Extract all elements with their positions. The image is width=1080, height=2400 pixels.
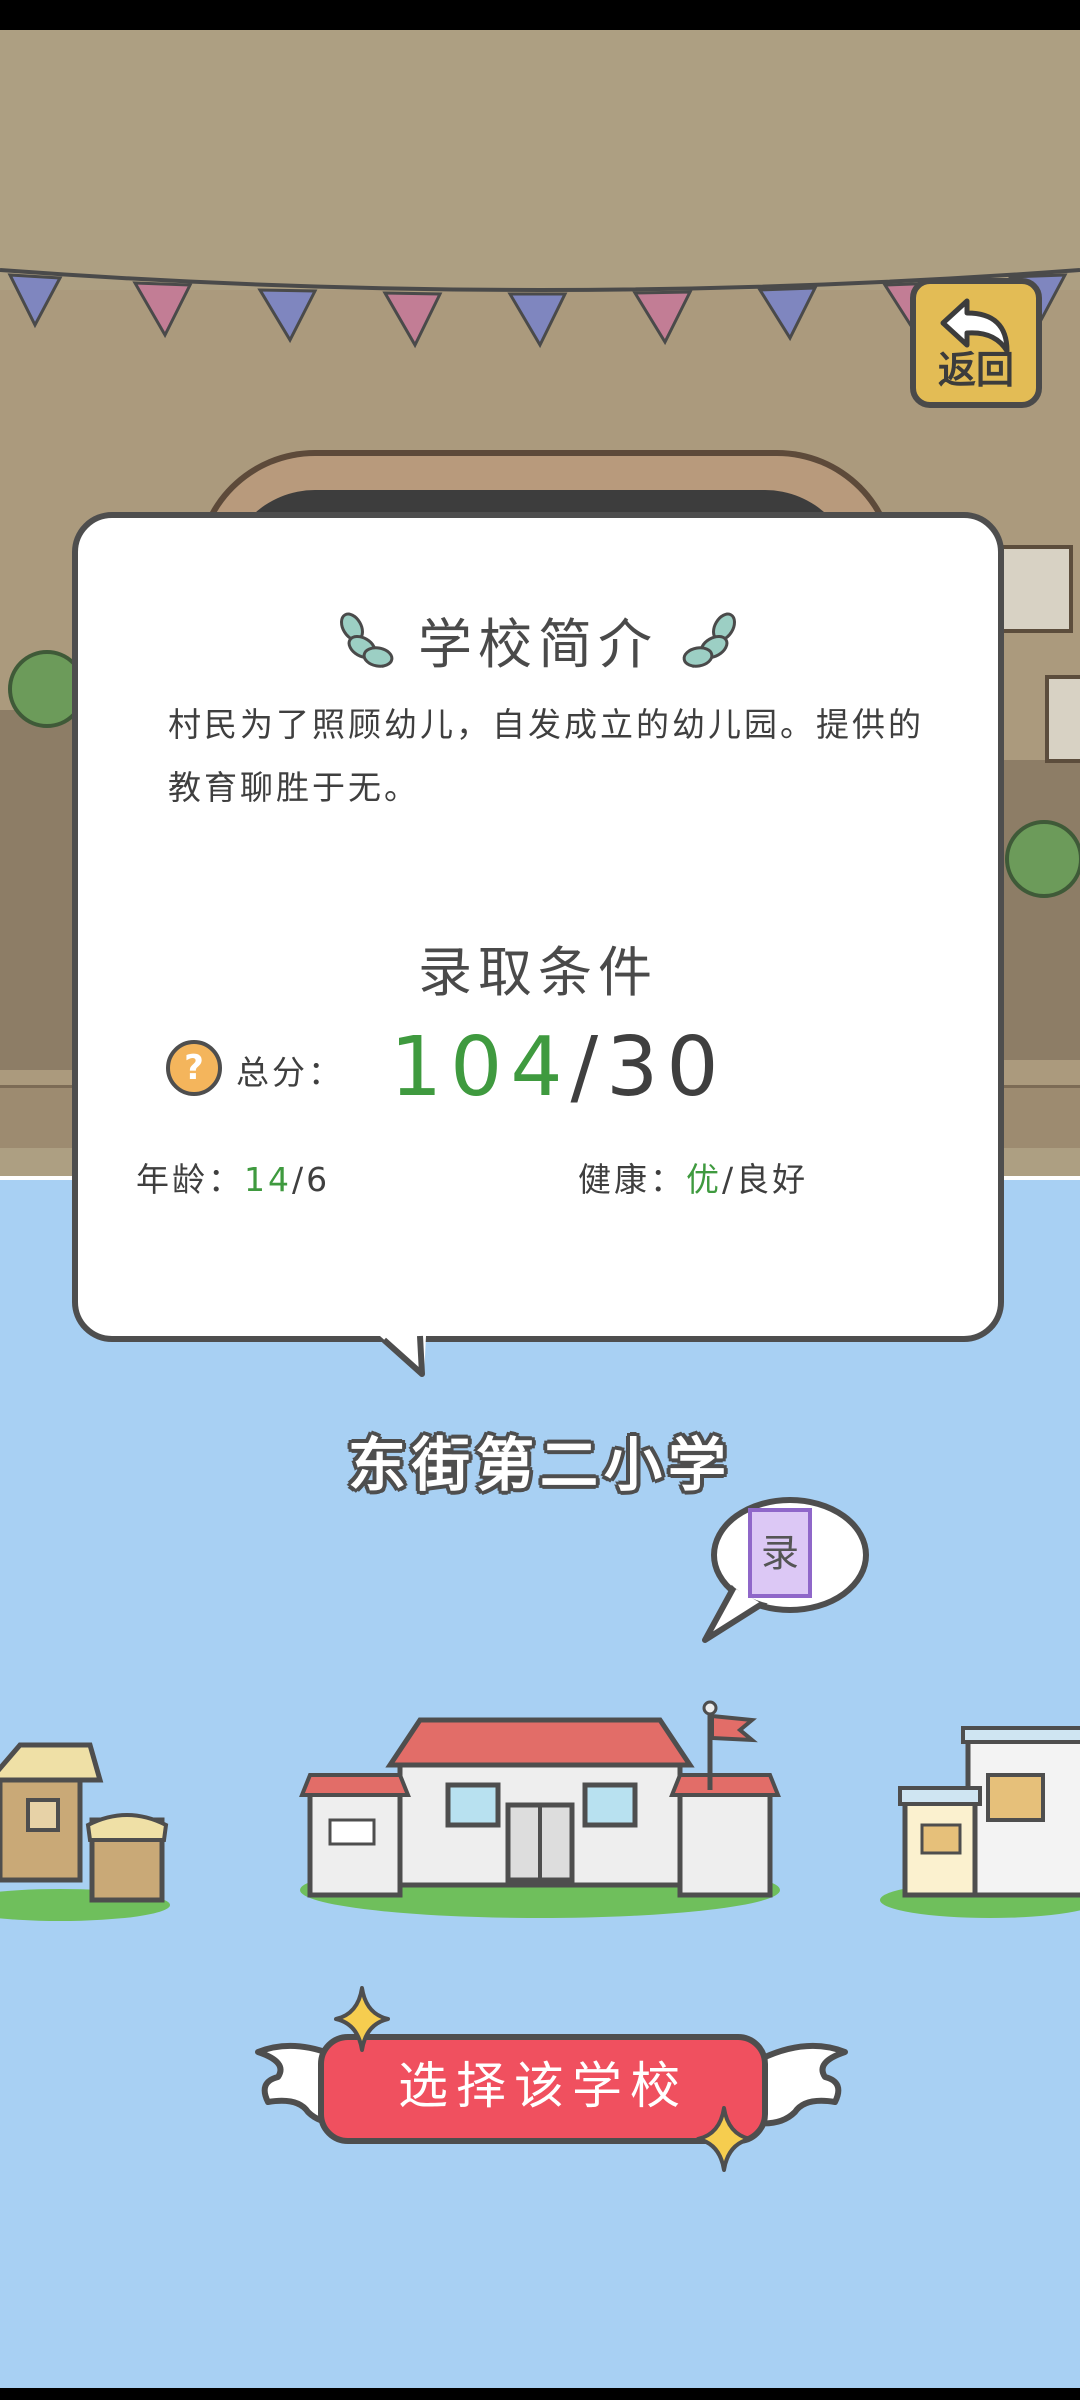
card-pointer <box>380 1335 426 1377</box>
school-buildings[interactable] <box>0 1690 1080 1930</box>
age-requirement: 年龄：14/6 <box>136 1153 330 1201</box>
wall-picture-frame <box>1000 545 1073 633</box>
potted-plant-right <box>1005 820 1080 898</box>
age-required: /6 <box>292 1160 331 1199</box>
total-score-separator: / <box>570 1020 607 1115</box>
school-name: 东街第二小学 <box>347 1431 732 1499</box>
back-arrow-icon <box>940 298 1010 354</box>
right-shelf <box>1000 760 1080 1060</box>
modern-building <box>880 1726 1080 1918</box>
age-label: 年龄： <box>136 1160 244 1199</box>
health-requirement: 健康：优/良好 <box>578 1153 808 1201</box>
card-title-row: 学校简介 <box>78 600 998 679</box>
conditions-title: 录取条件 <box>418 941 658 1004</box>
total-score-current: 104 <box>390 1020 571 1115</box>
intro-title: 学校简介 <box>418 613 658 676</box>
back-button[interactable]: 返回 <box>910 278 1042 408</box>
sparkle-icon <box>696 2106 752 2172</box>
health-label: 健康： <box>578 1160 686 1199</box>
health-current: 优 <box>686 1160 722 1199</box>
status-bar <box>0 0 1080 30</box>
back-label: 返回 <box>937 348 1014 392</box>
left-shelf <box>0 710 79 1070</box>
question-help-icon[interactable]: ? <box>166 1040 222 1096</box>
school-intro-card: 学校简介 村民为了照顾幼儿，自发成立的幼儿园。提供的教育聊胜于无。 录取条件 ?… <box>72 512 1004 1342</box>
total-score: 104/30 <box>390 1018 727 1118</box>
admission-status-badge: 录 <box>748 1508 812 1598</box>
hut-building <box>0 1742 170 1921</box>
laurel-left-icon <box>340 611 394 668</box>
total-score-required: 30 <box>606 1020 727 1115</box>
wall-note-frame <box>1045 675 1080 763</box>
sparkle-icon <box>334 1986 390 2052</box>
navigation-bar <box>0 2388 1080 2400</box>
laurel-right-icon <box>682 611 736 668</box>
total-score-label: 总分： <box>236 1053 344 1092</box>
age-current: 14 <box>244 1160 292 1199</box>
school-main-building <box>299 1700 781 1918</box>
intro-description: 村民为了照顾幼儿，自发成立的幼儿园。提供的教育聊胜于无。 <box>168 705 924 807</box>
health-required: /良好 <box>722 1160 809 1199</box>
